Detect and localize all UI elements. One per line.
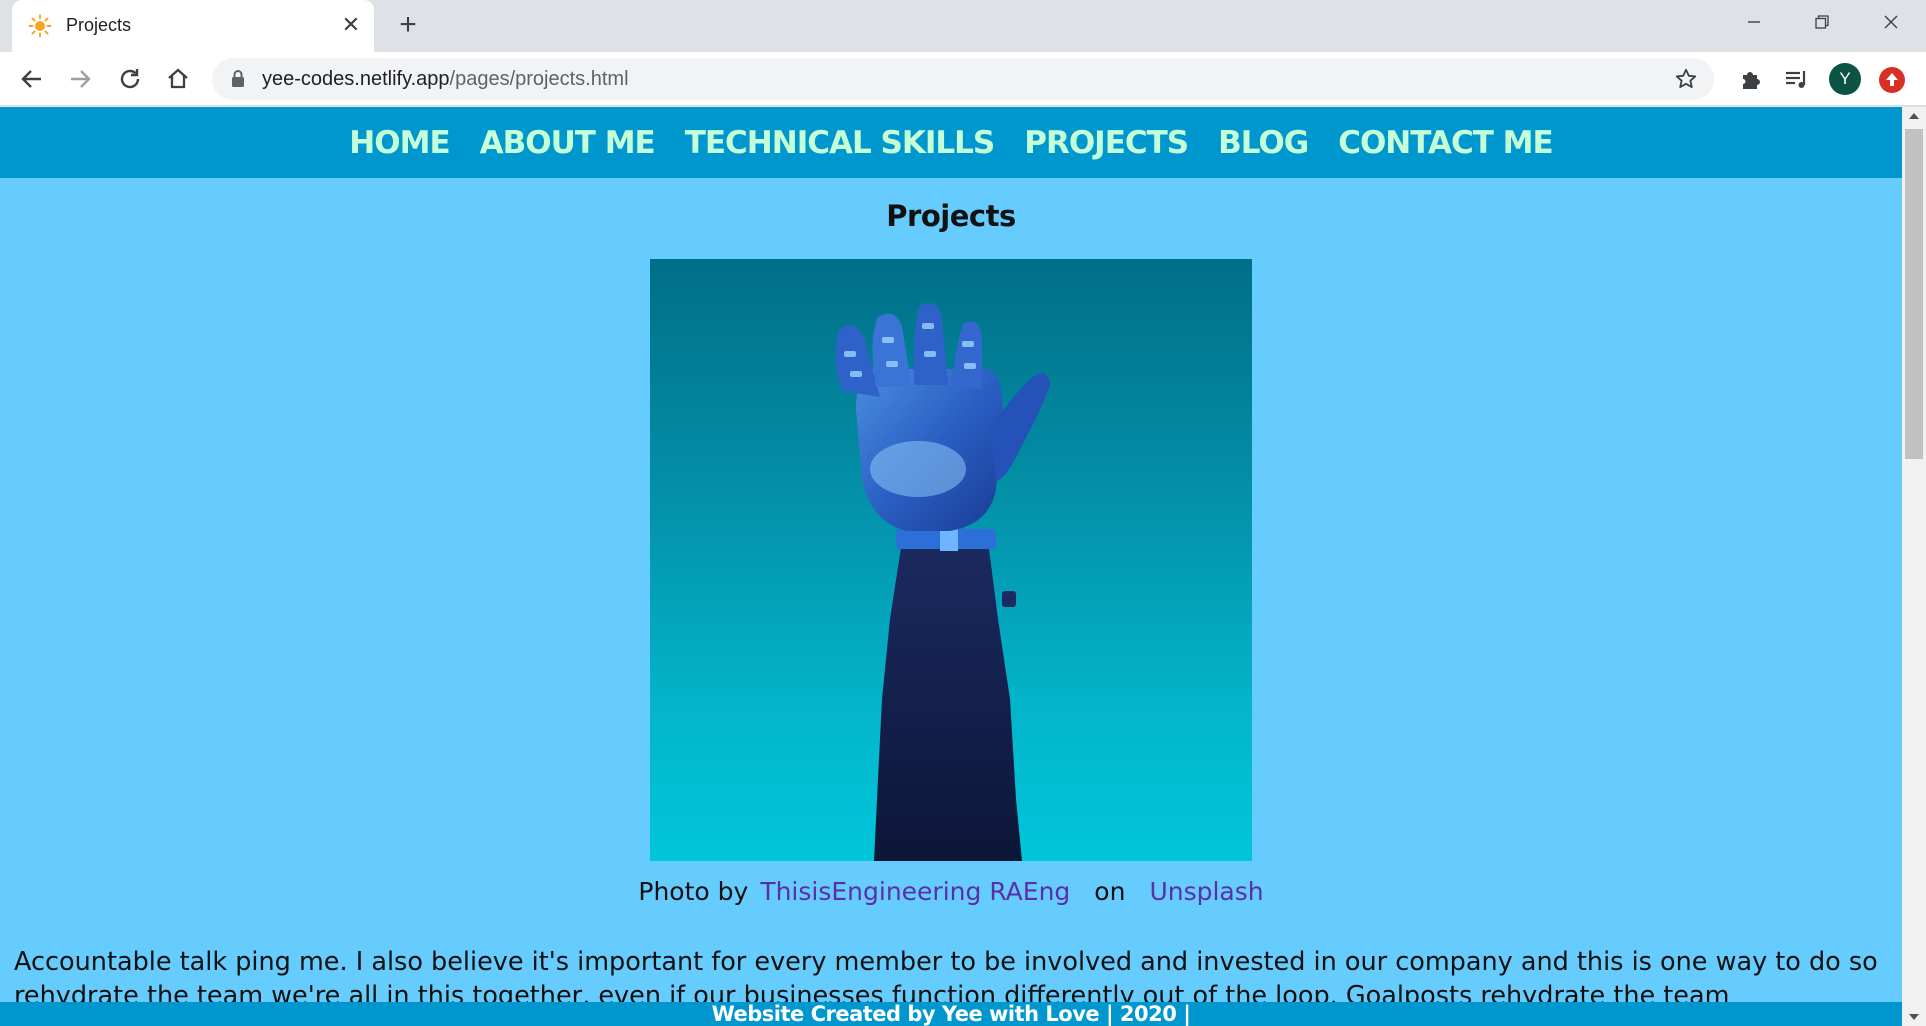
scrollbar-thumb[interactable] bbox=[1905, 129, 1923, 459]
photographer-link[interactable]: ThisisEngineering RAEng bbox=[760, 877, 1070, 906]
page-title: Projects bbox=[886, 199, 1016, 233]
scroll-up-arrow-icon[interactable] bbox=[1909, 113, 1919, 119]
nav-link-about-me[interactable]: ABOUT ME bbox=[480, 125, 656, 161]
credit-prefix: Photo by bbox=[638, 877, 749, 906]
credit-on: on bbox=[1094, 877, 1126, 906]
forward-arrow-icon[interactable] bbox=[64, 63, 96, 95]
close-tab-icon[interactable]: ✕ bbox=[338, 12, 364, 38]
nav-link-projects[interactable]: PROJECTS bbox=[1024, 125, 1189, 161]
address-bar[interactable]: yee-codes.netlify.app/pages/projects.htm… bbox=[212, 58, 1714, 100]
nav-link-home[interactable]: HOME bbox=[349, 125, 450, 161]
lock-icon[interactable] bbox=[230, 69, 246, 94]
url-host: yee-codes.netlify.app bbox=[262, 68, 450, 90]
robot-hand-photo bbox=[650, 259, 1252, 861]
robot-hand-illustration bbox=[835, 302, 1050, 861]
home-icon[interactable] bbox=[162, 63, 194, 95]
nav-link-contact-me[interactable]: CONTACT ME bbox=[1338, 125, 1553, 161]
tab-title: Projects bbox=[66, 15, 132, 35]
extensions-puzzle-icon[interactable] bbox=[1734, 63, 1766, 95]
photo-credit: Photo by ThisisEngineering RAEng on Unsplas… bbox=[0, 877, 1902, 906]
back-arrow-icon[interactable] bbox=[16, 63, 48, 95]
browser-toolbar: yee-codes.netlify.app/pages/projects.htm… bbox=[0, 52, 1926, 106]
media-queue-icon[interactable] bbox=[1780, 63, 1812, 95]
scroll-down-arrow-icon[interactable] bbox=[1909, 1014, 1919, 1020]
site-footer: Website Created by Yee with Love | 2020 … bbox=[0, 1002, 1902, 1026]
minimize-window-icon[interactable] bbox=[1732, 8, 1776, 42]
tab-strip: Projects ✕ + bbox=[0, 0, 1926, 52]
profile-avatar[interactable]: Y bbox=[1829, 63, 1861, 95]
bookmark-star-icon[interactable] bbox=[1674, 67, 1698, 96]
restore-window-icon[interactable] bbox=[1800, 8, 1844, 42]
page-viewport: HOME ABOUT ME TECHNICAL SKILLS PROJECTS … bbox=[0, 107, 1902, 1026]
nav-link-technical-skills[interactable]: TECHNICAL SKILLS bbox=[685, 125, 995, 161]
sun-favicon-icon bbox=[28, 14, 52, 38]
vertical-scrollbar[interactable] bbox=[1902, 107, 1926, 1026]
url-path: /pages/projects.html bbox=[449, 68, 629, 90]
update-alert-icon[interactable] bbox=[1879, 67, 1905, 93]
browser-tab[interactable]: Projects ✕ bbox=[12, 0, 374, 52]
new-tab-icon[interactable]: + bbox=[392, 10, 424, 42]
unsplash-link[interactable]: Unsplash bbox=[1149, 877, 1263, 906]
url-text: yee-codes.netlify.app/pages/projects.htm… bbox=[262, 68, 629, 91]
reload-icon[interactable] bbox=[114, 63, 146, 95]
close-window-icon[interactable] bbox=[1869, 8, 1913, 42]
site-nav: HOME ABOUT ME TECHNICAL SKILLS PROJECTS … bbox=[0, 107, 1902, 178]
nav-link-blog[interactable]: BLOG bbox=[1218, 125, 1309, 161]
